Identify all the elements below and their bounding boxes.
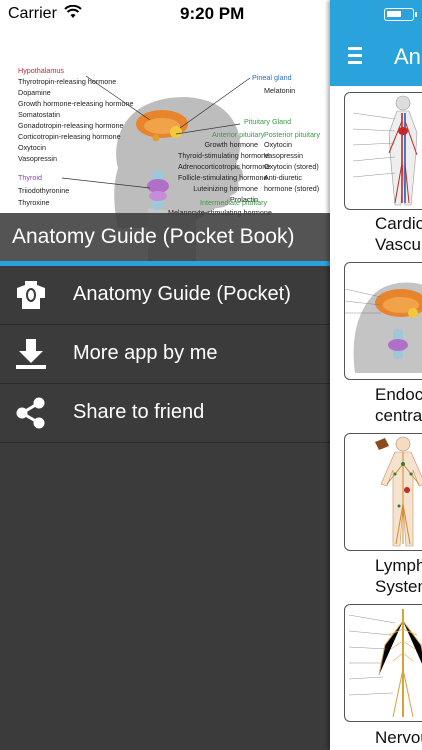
posterior-hormone: Vasopressin [264,151,304,160]
battery-icon [384,8,417,21]
hypothalamus-hormone: Somatostatin [18,110,60,119]
hypothalamus-hormone: Dopamine [18,88,51,97]
posterior-hormone: Anti-diuretic [264,173,302,182]
pineal-title: Pineal gland [252,73,292,82]
hypothalamus-hormone: Thyrotropin-releasing hormone [18,77,117,86]
side-drawer: Carrier 9:20 PM Hypothalamus Thyrotropin… [0,0,330,750]
download-icon [14,337,48,371]
card-lymphatic[interactable] [344,433,422,551]
hypothalamus-hormone: Growth hormone-releasing hormone [18,99,134,108]
hypothalamus-hormone: Corticotropin-releasing hormone [18,132,121,141]
hamburger-menu-icon[interactable] [348,47,362,65]
posterior-hormone: Oxytocin (stored) [264,162,319,171]
menu-item-anatomy-guide[interactable]: Anatomy Guide (Pocket) [0,266,330,325]
main-content: An Cardio Vascula [330,0,422,750]
lymphatic-illustration [375,436,422,547]
main-navbar: An [330,0,422,86]
card-endocrine[interactable] [344,262,422,380]
cardiovascular-illustration [352,95,418,206]
card-label: Vascula [375,235,422,254]
thyroid-title: Thyroid [18,173,42,182]
thyroid-hormone: Triiodothyronine [18,186,70,195]
carrier-label: Carrier [8,5,57,22]
nervous-illustration [348,609,422,718]
posterior-hormone: hormone (stored) [264,184,320,193]
endocrine-illustration [345,282,422,373]
menu-item-label: More app by me [73,342,218,364]
pineal-hormone: Melatonin [264,86,296,95]
drawer-menu: Anatomy Guide (Pocket) More app by me Sh… [0,266,330,443]
wifi-icon [64,4,82,24]
hypothalamus-hormone: Oxytocin [18,143,46,152]
menu-item-share[interactable]: Share to friend [0,384,330,443]
drawer-title-banner: Anatomy Guide (Pocket Book) [0,213,330,261]
anterior-hormone: Thyroid-stimulating hormone [178,151,270,160]
card-label: Endocrin [375,385,422,404]
status-bar: Carrier 9:20 PM [0,0,330,28]
pituitary-title: Pituitary Gland [244,117,292,126]
thyroid-hormone: Thyroxine [18,198,50,207]
menu-item-label: Share to friend [73,401,205,423]
menu-item-more-apps[interactable]: More app by me [0,325,330,384]
card-label: Lympha [375,556,422,575]
anterior-hormone: Luteinizing hormone [193,184,258,193]
main-title: An [394,44,421,69]
card-nervous[interactable] [344,604,422,722]
anterior-hormone: Adrenocorticotropic hormone [178,162,271,171]
card-label: System [375,577,422,596]
drawer-title: Anatomy Guide (Pocket Book) [12,225,295,248]
card-cardiovascular[interactable] [344,92,422,210]
status-time: 9:20 PM [180,4,245,23]
hypothalamus-hormone: Vasopressin [18,154,58,163]
posterior-hormone: Oxytocin [264,140,292,149]
hypothalamus-title: Hypothalamus [18,66,64,75]
card-label: central [375,406,422,425]
hypothalamus-hormone: Gonadotropin-releasing hormone [18,121,124,130]
anterior-hormone: Growth hormone [204,140,258,149]
drawer-header-image: Carrier 9:20 PM Hypothalamus Thyrotropin… [0,0,330,262]
anterior-hormone: Follicle-stimulating hormone [178,173,268,182]
share-icon [14,396,48,430]
card-label: Nervou [375,728,422,747]
card-label: Cardio [375,214,422,233]
menu-item-label: Anatomy Guide (Pocket) [73,283,291,305]
torso-icon [14,278,48,312]
